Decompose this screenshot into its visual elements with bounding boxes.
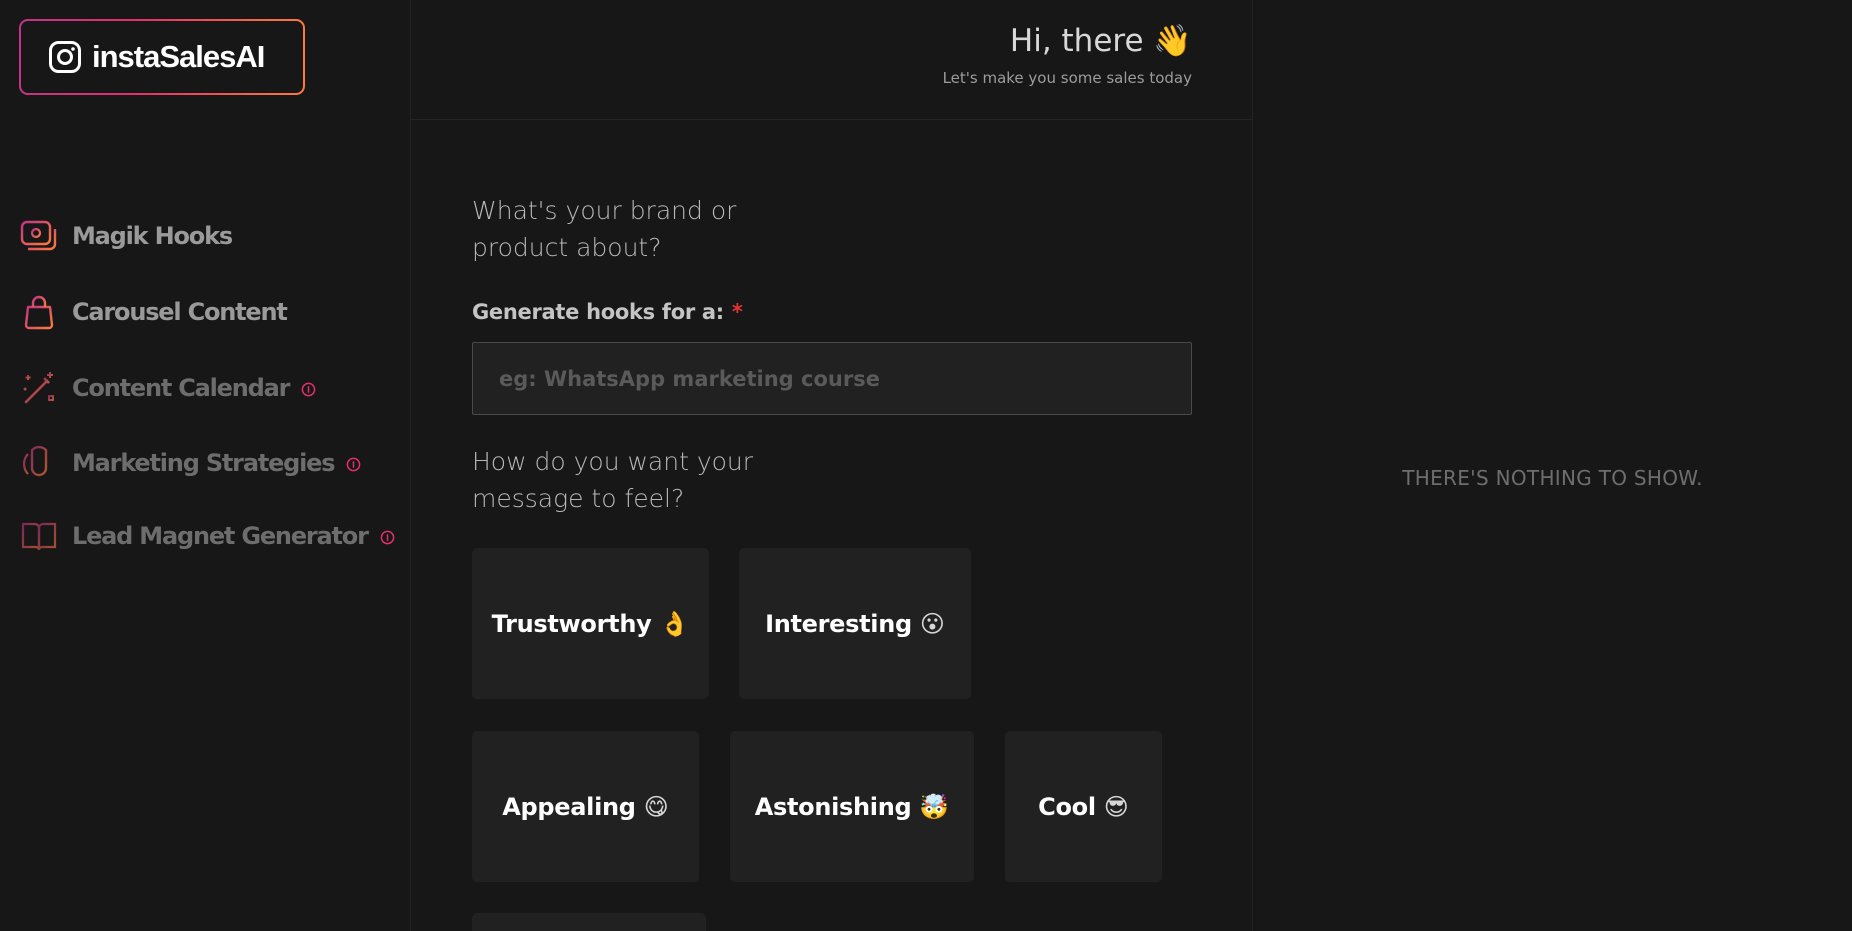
info-icon bbox=[301, 382, 316, 396]
mind-blown-emoji: 🤯 bbox=[919, 792, 950, 821]
sidebar-item-marketing-strategies[interactable]: Marketing Strategies bbox=[20, 444, 361, 482]
sidebar-item-carousel-content[interactable]: Carousel Content bbox=[20, 293, 288, 331]
tone-label: Cool bbox=[1038, 792, 1096, 821]
surprised-face-emoji: 😮 bbox=[919, 609, 945, 638]
tone-label: Interesting bbox=[765, 609, 912, 638]
brand-name: instaSalesAI bbox=[92, 39, 265, 74]
yum-face-emoji: 😋 bbox=[643, 792, 669, 821]
brand-question: What's your brand or product about? bbox=[472, 196, 737, 262]
sidebar-item-label: Lead Magnet Generator bbox=[72, 522, 369, 550]
app-root: instaSalesAI Magik Hooks Carousel Conten… bbox=[0, 0, 1852, 931]
sidebar-item-label: Carousel Content bbox=[72, 298, 288, 326]
tone-option-partial[interactable] bbox=[472, 913, 706, 931]
tone-option-interesting[interactable]: Interesting 😮 bbox=[739, 548, 971, 699]
sidebar-item-content-calendar[interactable]: Content Calendar bbox=[20, 369, 316, 407]
tone-label: Astonishing bbox=[754, 792, 912, 821]
instagram-icon bbox=[49, 41, 81, 73]
tone-option-cool[interactable]: Cool 😎 bbox=[1005, 731, 1162, 882]
sunglasses-face-emoji: 😎 bbox=[1103, 792, 1129, 821]
tone-option-trustworthy[interactable]: Trustworthy 👌 bbox=[472, 548, 709, 699]
sidebar-item-lead-magnet-generator[interactable]: Lead Magnet Generator bbox=[20, 517, 395, 555]
tone-label: Appealing bbox=[502, 792, 636, 821]
magic-wand-icon bbox=[23, 372, 54, 404]
hook-icon bbox=[20, 220, 57, 251]
output-panel: THERE'S NOTHING TO SHOW. bbox=[1253, 0, 1852, 931]
empty-state-message: THERE'S NOTHING TO SHOW. bbox=[1402, 466, 1703, 490]
brand-logo[interactable]: instaSalesAI bbox=[19, 19, 305, 95]
sidebar-item-magik-hooks[interactable]: Magik Hooks bbox=[20, 217, 233, 255]
tone-option-appealing[interactable]: Appealing 😋 bbox=[472, 731, 699, 882]
greeting-title: Hi, there 👋 bbox=[1009, 23, 1192, 59]
hooks-topic-input[interactable] bbox=[472, 342, 1192, 415]
ok-hand-emoji: 👌 bbox=[659, 609, 690, 638]
bag-icon bbox=[24, 295, 54, 330]
main-header: Hi, there 👋 Let's make you some sales to… bbox=[411, 0, 1252, 120]
greeting-subtitle: Let's make you some sales today bbox=[942, 69, 1192, 87]
info-icon bbox=[380, 530, 395, 544]
tone-label: Trustworthy bbox=[491, 609, 652, 638]
main-content: Hi, there 👋 Let's make you some sales to… bbox=[410, 0, 1253, 931]
book-icon bbox=[21, 522, 57, 551]
tone-question: How do you want your message to feel? bbox=[472, 447, 754, 513]
strategy-icon bbox=[22, 445, 48, 477]
info-icon bbox=[347, 457, 361, 471]
hooks-field-label: Generate hooks for a: * bbox=[472, 300, 743, 324]
sidebar-item-label: Magik Hooks bbox=[72, 222, 233, 250]
brand-logo-inner: instaSalesAI bbox=[21, 21, 303, 93]
tone-option-astonishing[interactable]: Astonishing 🤯 bbox=[730, 731, 974, 882]
required-marker: * bbox=[731, 300, 743, 324]
sidebar-item-label: Marketing Strategies bbox=[72, 449, 336, 477]
hooks-label-text: Generate hooks for a: bbox=[472, 300, 724, 324]
sidebar: instaSalesAI Magik Hooks Carousel Conten… bbox=[0, 0, 410, 931]
sidebar-item-label: Content Calendar bbox=[72, 374, 290, 402]
